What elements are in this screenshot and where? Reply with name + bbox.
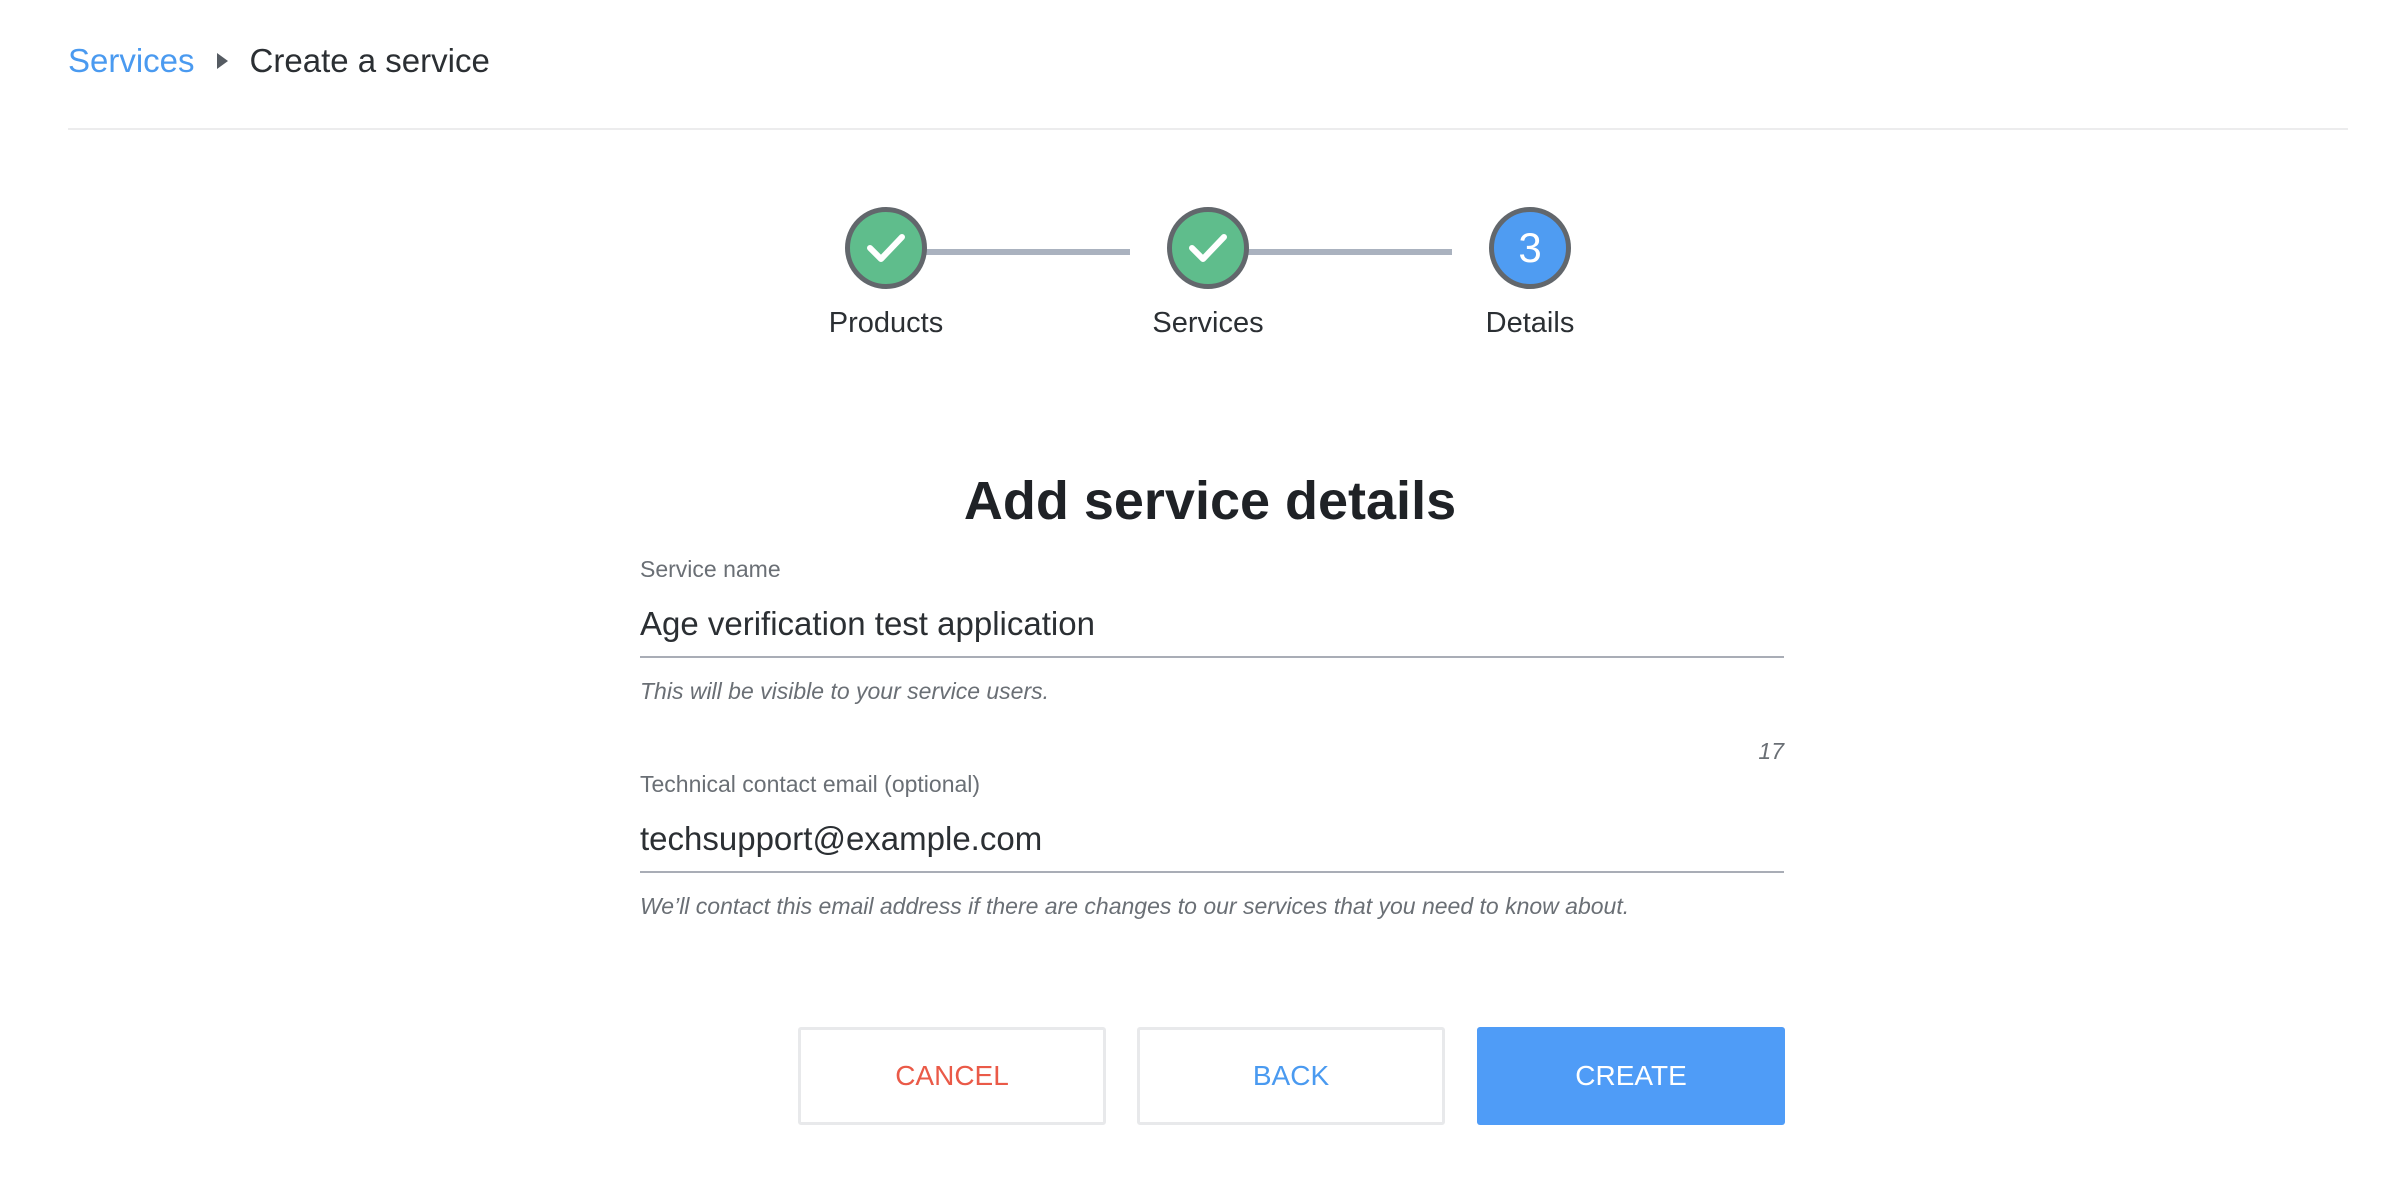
service-name-hint: This will be visible to your service use… <box>640 678 1050 704</box>
step-details: 3 Details <box>1430 207 1630 340</box>
tech-email-field: Technical contact email (optional) We’ll… <box>640 771 1784 920</box>
step-label: Services <box>1152 307 1264 339</box>
tech-email-hint: We’ll contact this email address if ther… <box>640 893 1630 919</box>
step-active-indicator: 3 <box>1489 207 1571 289</box>
form-title: Add service details <box>963 471 1457 531</box>
breadcrumb: Services Create a service <box>68 36 490 86</box>
create-button[interactable]: CREATE <box>1477 1027 1785 1125</box>
breadcrumb-services-link[interactable]: Services <box>68 42 195 80</box>
tech-email-label: Technical contact email (optional) <box>640 771 981 797</box>
service-name-label: Service name <box>640 556 781 582</box>
check-icon <box>1189 234 1227 262</box>
step-number: 3 <box>1518 224 1542 271</box>
cancel-button[interactable]: CANCEL <box>798 1027 1106 1125</box>
step-label: Products <box>828 307 944 339</box>
service-name-char-count: 17 <box>1758 738 1784 764</box>
back-button[interactable]: BACK <box>1137 1027 1445 1125</box>
header-divider <box>68 128 2348 130</box>
step-complete-indicator <box>1167 207 1249 289</box>
service-name-field: Service name This will be visible to you… <box>640 556 1784 705</box>
progress-stepper: Products Services 3 Details <box>780 207 1800 347</box>
step-label: Details <box>1485 307 1575 339</box>
tech-email-input[interactable] <box>640 815 1784 873</box>
step-complete-indicator <box>845 207 927 289</box>
service-name-input[interactable] <box>640 600 1784 658</box>
step-services: Services <box>1108 207 1308 340</box>
breadcrumb-separator-icon <box>216 53 228 69</box>
step-products: Products <box>786 207 986 340</box>
page-title: Create a service <box>249 42 490 79</box>
check-icon <box>867 234 905 262</box>
